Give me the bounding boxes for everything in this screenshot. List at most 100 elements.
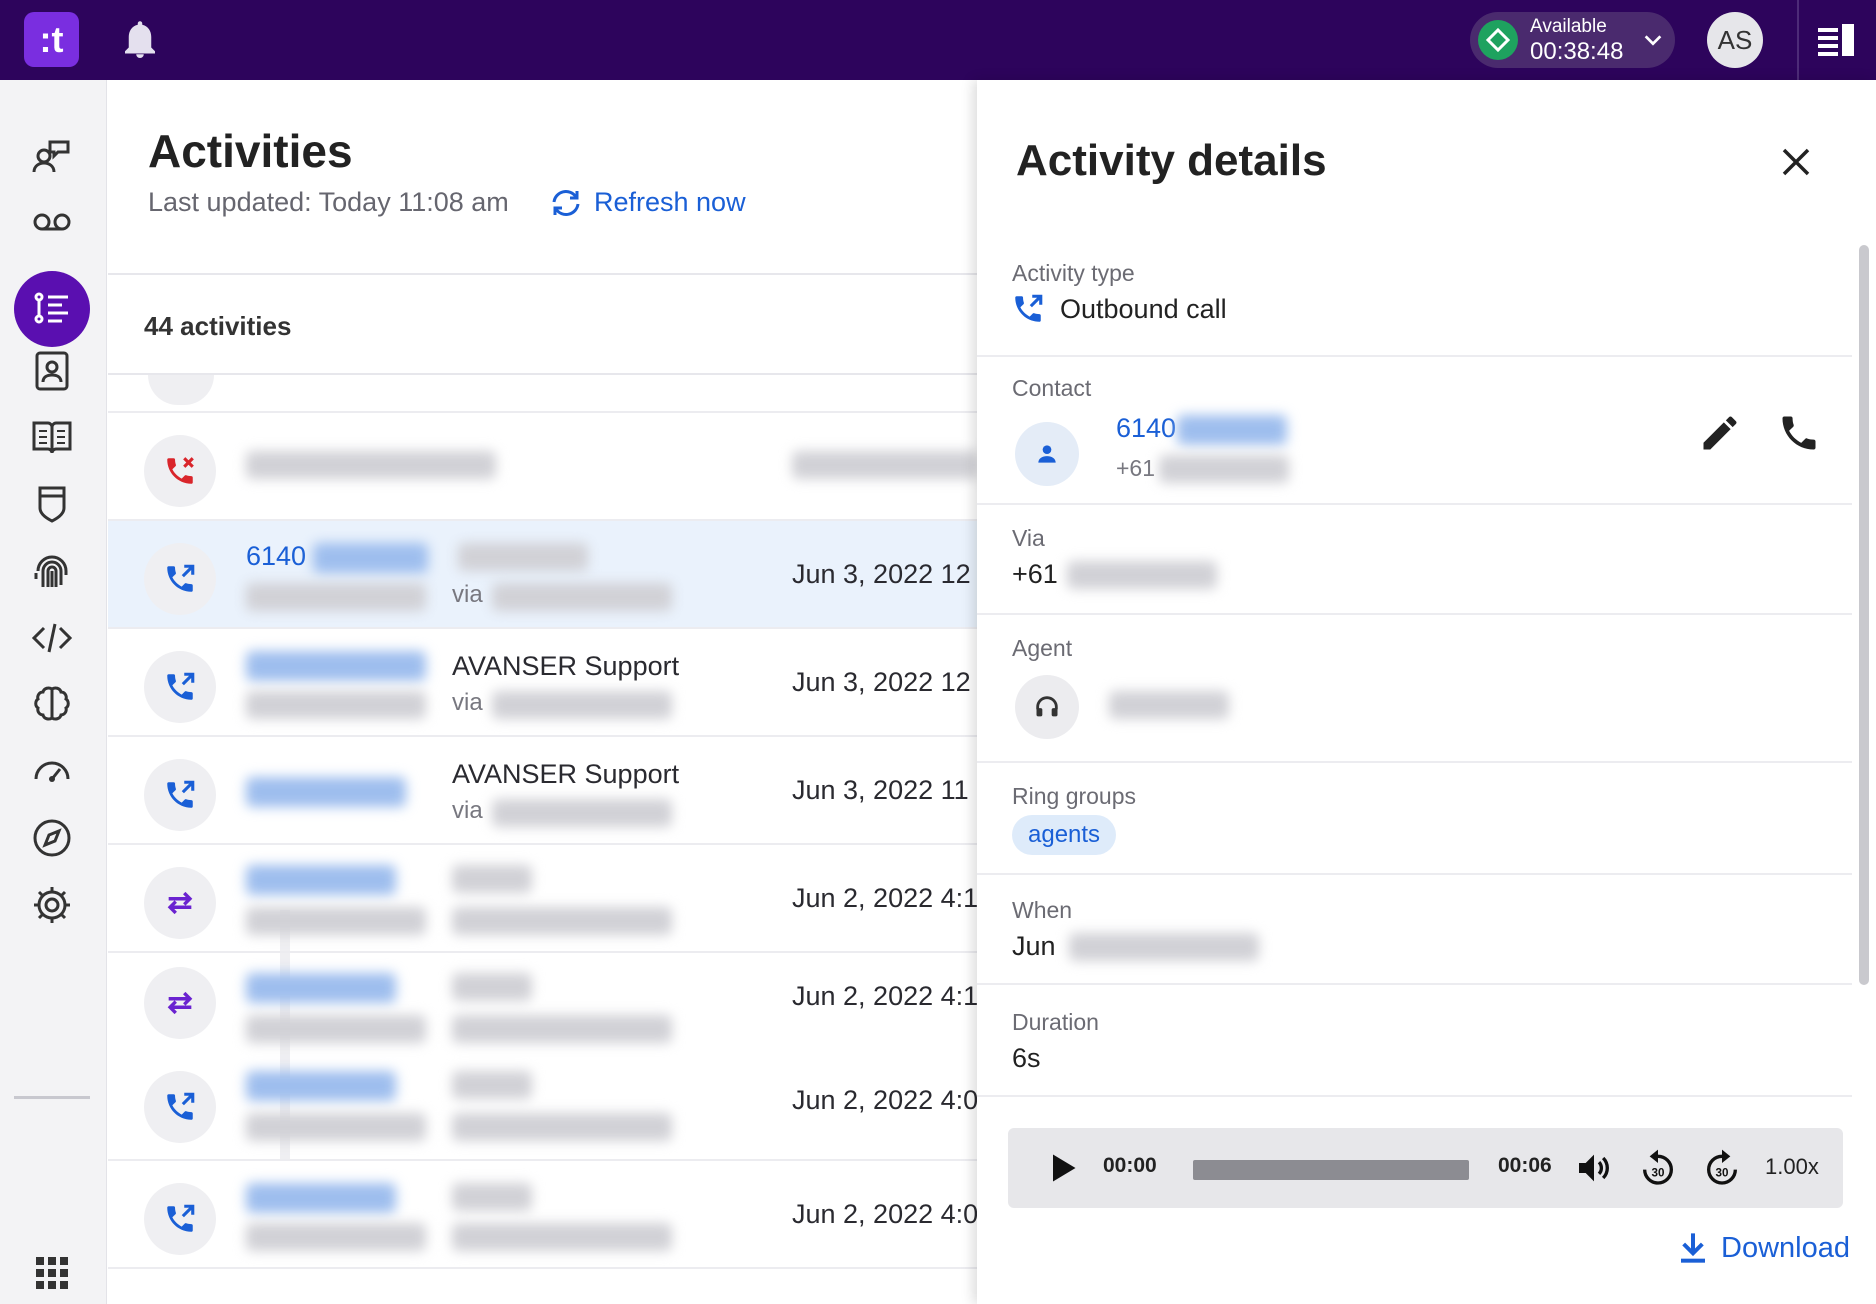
volume-icon[interactable] xyxy=(1574,1148,1614,1188)
outbound-call-icon xyxy=(1015,294,1043,322)
activity-type-value: Outbound call xyxy=(1060,294,1227,324)
refresh-now-button[interactable]: Refresh now xyxy=(548,187,746,218)
chevron-down-icon xyxy=(1644,35,1662,46)
conversation-icon[interactable] xyxy=(23,127,81,185)
play-icon[interactable] xyxy=(1044,1150,1080,1186)
transfer-icon xyxy=(144,867,216,939)
agent-label: Agent xyxy=(1012,635,1073,661)
via-section: Via +61 xyxy=(977,505,1852,615)
book-icon[interactable] xyxy=(23,408,81,466)
list-item[interactable]: Jun 2, 2022 4:0 xyxy=(108,1053,978,1161)
row-via: via xyxy=(452,797,483,824)
topbar-divider xyxy=(1797,0,1799,80)
available-status-icon xyxy=(1478,20,1518,60)
svg-text:30: 30 xyxy=(1652,1166,1665,1179)
agent-section: Agent xyxy=(977,615,1852,763)
row-contact-name: AVANSER Support xyxy=(452,759,680,789)
duration-value: 6s xyxy=(1012,1043,1041,1073)
list-item[interactable]: AVANSER Support via Jun 3, 2022 11 xyxy=(108,737,978,845)
status-label: Available xyxy=(1530,16,1607,37)
compass-icon[interactable] xyxy=(23,809,81,867)
ring-group-chip[interactable]: agents xyxy=(1012,815,1117,855)
via-label: Via xyxy=(1012,525,1045,551)
outbound-call-icon xyxy=(144,759,216,831)
user-avatar[interactable]: AS xyxy=(1707,12,1763,68)
playback-speed-button[interactable]: 1.00x xyxy=(1765,1154,1819,1180)
contact-person-icon xyxy=(1015,422,1079,486)
download-button[interactable]: Download xyxy=(1677,1230,1850,1266)
activity-type-label: Activity type xyxy=(1012,260,1135,286)
outbound-call-icon xyxy=(144,651,216,723)
voicemail-icon[interactable] xyxy=(23,193,81,251)
gear-icon[interactable] xyxy=(23,876,81,934)
shield-icon[interactable] xyxy=(23,475,81,533)
sidebar-divider xyxy=(14,1096,90,1099)
player-total-time: 00:06 xyxy=(1498,1154,1552,1177)
ring-groups-section: Ring groups agents xyxy=(977,763,1852,875)
row-contact-number: 6140 xyxy=(246,541,307,571)
when-label: When xyxy=(1012,897,1073,923)
activity-details-panel: Activity details Activity type Outbound … xyxy=(977,80,1876,1304)
row-date: Jun 2, 2022 4:1 xyxy=(792,981,979,1011)
list-item[interactable]: Jun 2, 2022 4:1 xyxy=(108,953,978,1053)
duration-section: Duration 6s xyxy=(977,985,1852,1097)
list-item[interactable] xyxy=(108,413,978,521)
sidebar-nav xyxy=(0,80,107,1304)
row-date: Jun 3, 2022 12 xyxy=(792,667,971,697)
row-date: Jun 3, 2022 11 xyxy=(792,775,969,805)
app-logo[interactable]: :t xyxy=(24,12,79,67)
list-item-selected[interactable]: 6140 via Jun 3, 2022 12 xyxy=(108,521,978,629)
call-phone-icon[interactable] xyxy=(1777,411,1821,455)
close-icon[interactable] xyxy=(1774,140,1818,184)
audio-player: 00:00 00:06 30 30 1.00x xyxy=(1008,1128,1843,1208)
missed-call-icon xyxy=(144,435,216,507)
details-title: Activity details xyxy=(1016,136,1327,185)
details-scrollbar[interactable] xyxy=(1859,245,1869,985)
outbound-call-icon xyxy=(144,1071,216,1143)
forward-30-icon[interactable]: 30 xyxy=(1702,1148,1742,1188)
ring-groups-label: Ring groups xyxy=(1012,783,1137,809)
row-date: Jun 3, 2022 12 xyxy=(792,559,971,589)
status-timer: 00:38:48 xyxy=(1530,38,1624,65)
row-date: Jun 2, 2022 4:0 xyxy=(792,1085,979,1115)
outbound-call-icon xyxy=(144,1183,216,1255)
availability-status-button[interactable]: Available 00:38:48 xyxy=(1470,12,1675,68)
apps-grid-icon[interactable] xyxy=(23,1244,81,1302)
row-date: Jun 2, 2022 4:1 xyxy=(792,883,979,913)
fingerprint-icon[interactable] xyxy=(23,542,81,600)
svg-text:30: 30 xyxy=(1716,1166,1729,1179)
panel-toggle-icon[interactable] xyxy=(1816,22,1856,58)
refresh-icon xyxy=(552,189,580,216)
download-label: Download xyxy=(1721,1231,1850,1264)
edit-pencil-icon[interactable] xyxy=(1698,411,1742,455)
page-title: Activities xyxy=(148,125,353,177)
contact-section: Contact 6140 +61 xyxy=(977,357,1852,505)
activities-list-panel: Activities Last updated: Today 11:08 am … xyxy=(108,80,978,1304)
list-item-partial xyxy=(108,375,978,413)
player-progress-track[interactable] xyxy=(1193,1160,1469,1180)
when-value: Jun xyxy=(1012,931,1056,961)
code-icon[interactable] xyxy=(23,609,81,667)
contacts-icon[interactable] xyxy=(23,342,81,400)
list-item[interactable]: Jun 2, 2022 4:1 xyxy=(108,845,978,953)
activity-count: 44 activities xyxy=(144,311,292,341)
when-section: When Jun xyxy=(977,875,1852,985)
notifications-bell-icon[interactable] xyxy=(122,20,158,60)
rewind-30-icon[interactable]: 30 xyxy=(1638,1148,1678,1188)
row-via: via xyxy=(452,689,483,716)
player-current-time: 00:00 xyxy=(1103,1154,1157,1177)
top-bar: :t Available 00:38:48 AS xyxy=(0,0,1876,80)
list-item[interactable]: AVANSER Support via Jun 3, 2022 12 xyxy=(108,629,978,737)
activity-count-bar: 44 activities xyxy=(108,273,978,375)
list-item[interactable]: Jun 2, 2022 4:0 xyxy=(108,1161,978,1269)
activities-list-icon[interactable] xyxy=(14,271,90,347)
refresh-now-label: Refresh now xyxy=(594,187,746,217)
duration-label: Duration xyxy=(1012,1009,1099,1035)
activity-type-section: Activity type Outbound call xyxy=(977,250,1852,357)
row-contact-name: AVANSER Support xyxy=(452,651,680,681)
last-updated-text: Last updated: Today 11:08 am xyxy=(148,187,509,217)
contact-name-link[interactable]: 6140 xyxy=(1116,413,1176,444)
speedometer-icon[interactable] xyxy=(23,742,81,800)
headset-icon xyxy=(1015,675,1079,739)
brain-icon[interactable] xyxy=(23,676,81,734)
